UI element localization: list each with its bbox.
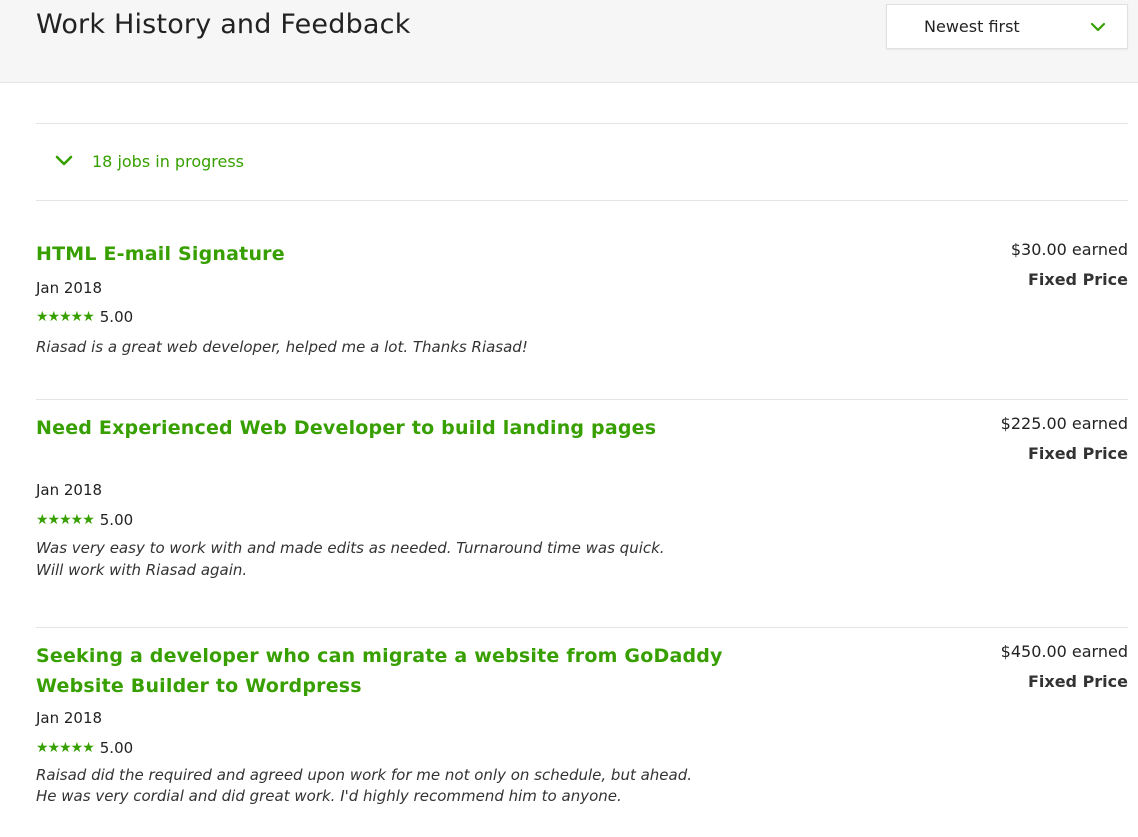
job-title-link[interactable]: HTML E-mail Signature [36,239,726,269]
sort-order-value: Newest first [924,17,1020,36]
job-rating: ★★★★★ 5.00 [36,308,133,326]
job-title-link[interactable]: Need Experienced Web Developer to build … [36,413,726,443]
sort-order-select[interactable]: Newest first [886,4,1128,49]
job-type: Fixed Price [1027,672,1128,691]
star-icon: ★★★★★ [36,309,95,325]
divider [36,200,1128,201]
star-icon: ★★★★★ [36,740,95,756]
rating-score: 5.00 [99,739,134,757]
job-feedback: Was very easy to work with and made edit… [36,539,665,579]
rating-score: 5.00 [99,511,134,529]
job-rating: ★★★★★ 5.00 [36,511,133,529]
job-feedback: Raisad did the required and agreed upon … [36,766,693,805]
job-date: Jan 2018 [36,709,103,727]
job-earned: $450.00 earned [1000,642,1128,661]
job-type: Fixed Price [1027,270,1128,289]
rating-score: 5.00 [99,308,134,326]
job-earned: $225.00 earned [1000,414,1128,433]
page-header: Work History and Feedback Newest first [0,0,1138,83]
jobs-in-progress-label: 18 jobs in progress [92,151,244,171]
job-title-link[interactable]: Seeking a developer who can migrate a we… [36,641,726,701]
job-rating: ★★★★★ 5.00 [36,739,133,757]
job-date: Jan 2018 [36,481,103,499]
divider [36,399,1128,400]
job-type: Fixed Price [1027,444,1128,463]
page-title: Work History and Feedback [36,9,411,40]
divider [36,123,1128,124]
job-earned: $30.00 earned [1010,240,1128,259]
jobs-in-progress-toggle[interactable]: 18 jobs in progress [36,148,244,174]
job-date: Jan 2018 [36,279,103,297]
chevron-down-icon [1090,22,1106,32]
divider [36,627,1128,628]
job-feedback: Riasad is a great web developer, helped … [36,338,528,356]
chevron-down-icon [55,155,73,166]
star-icon: ★★★★★ [36,512,95,528]
